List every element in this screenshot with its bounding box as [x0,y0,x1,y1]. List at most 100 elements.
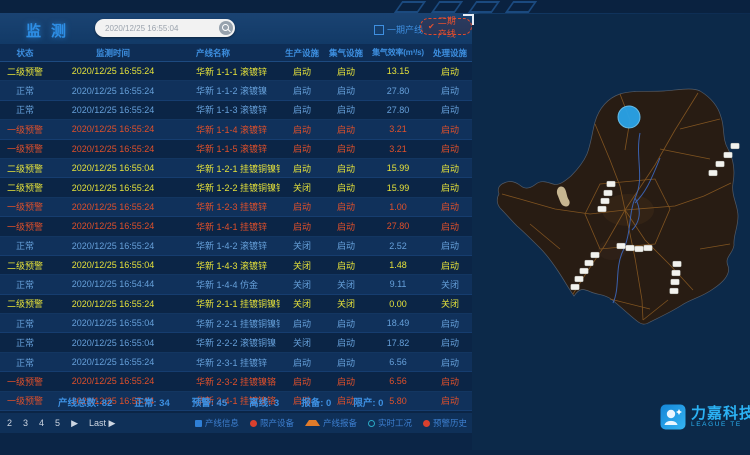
gas-facility-cell: 启动 [324,375,368,388]
production-facility-cell: 关闭 [280,297,324,310]
time-cell: 2020/12/25 16:54:44 [50,279,176,289]
status-cell: 二级预警 [0,297,50,310]
time-cell: 2020/12/25 16:55:04 [50,163,176,173]
table-row[interactable]: 二级预警2020/12/25 16:55:04华新 1-4-3 滚镀锌关闭启动1… [0,256,472,275]
time-cell: 2020/12/25 16:55:24 [50,124,176,134]
production-facility-cell: 启动 [280,162,324,175]
cluster-marker[interactable] [716,161,724,167]
table-row[interactable]: 一级预警2020/12/25 16:55:24华新 1-1-5 滚镀锌启动启动3… [0,140,472,159]
search-box[interactable] [95,19,235,37]
legend-item[interactable]: 预警历史 [423,417,467,429]
status-cell: 一级预警 [0,220,50,233]
table-row[interactable]: 二级预警2020/12/25 16:55:04华新 1-2-1 挂镀铜镍铬（龙门… [0,159,472,178]
page-button[interactable]: 3 [23,418,28,428]
cluster-marker[interactable] [709,170,717,176]
summary-bar: 产线总数: 82正常: 34预警: 45离线: 3报备: 0限产: 0 [0,392,472,412]
table-row[interactable]: 正常2020/12/25 16:55:24华新 2-3-1 挂镀锌启动启动6.5… [0,353,472,372]
last-page-button[interactable]: Last ▶ [89,418,115,429]
summary-item: 限产: 0 [353,395,383,409]
legend-label: 预警历史 [433,417,467,429]
legend-item[interactable]: 限产设备 [250,417,294,429]
page-button[interactable]: 2 [7,418,12,428]
line-name-cell: 华新 2-3-2 挂镀镍铬 [176,375,280,388]
legend-item[interactable]: 实时工况 [368,417,412,429]
search-input[interactable] [95,24,219,33]
table-row[interactable]: 正常2020/12/25 16:55:04华新 2-2-2 滚镀铜镍关闭启动17… [0,333,472,352]
table-row[interactable]: 一级预警2020/12/25 16:55:24华新 2-3-2 挂镀镍铬启动启动… [0,372,472,391]
cluster-marker[interactable] [580,268,588,274]
cluster-marker[interactable] [671,279,679,285]
table-row[interactable]: 一级预警2020/12/25 16:55:24华新 1-4-1 挂镀锌启动启动2… [0,217,472,236]
legend-label: 产线报备 [323,417,357,429]
cluster-marker[interactable] [585,260,593,266]
line-name-cell: 华新 1-1-5 滚镀锌 [176,142,280,155]
phase1-checkbox[interactable]: 一期产线 [374,23,423,36]
cluster-marker[interactable] [598,206,606,212]
cluster-marker[interactable] [724,152,732,158]
line-name-cell: 华新 1-2-1 挂镀铜镍铬（龙门线） [176,162,280,175]
gas-efficiency-cell: 27.80 [368,105,428,115]
table-row[interactable]: 正常2020/12/25 16:55:24华新 1-4-2 滚镀锌关闭启动2.5… [0,237,472,256]
legend-item[interactable]: 产线报备 [305,417,357,429]
next-page-button[interactable]: ▶ [71,418,78,429]
production-facility-cell: 关闭 [280,278,324,291]
treatment-facility-cell: 启动 [428,220,472,233]
table-row[interactable]: 二级预警2020/12/25 16:55:24华新 1-2-2 挂镀铜镍铬（环形… [0,178,472,197]
cluster-marker[interactable] [571,284,579,290]
table-row[interactable]: 一级预警2020/12/25 16:55:24华新 1-1-4 滚镀锌启动启动3… [0,120,472,139]
legend-item[interactable]: 产线信息 [195,417,239,429]
production-facility-cell: 启动 [280,375,324,388]
cluster-marker[interactable] [644,245,652,251]
legend-label: 产线信息 [205,417,239,429]
treatment-facility-cell: 启动 [428,317,472,330]
cluster-marker[interactable] [635,246,643,252]
gas-efficiency-cell: 18.49 [368,318,428,328]
top-decoration-strip [0,0,750,13]
cluster-marker[interactable] [607,181,615,187]
status-cell: 二级预警 [0,65,50,78]
map-svg [472,0,750,450]
table-row[interactable]: 二级预警2020/12/25 16:55:24华新 2-1-1 挂镀铜镍铬关闭关… [0,295,472,314]
gas-efficiency-cell: 1.00 [368,202,428,212]
table-row[interactable]: 一级预警2020/12/25 16:55:24华新 1-2-3 挂镀锌启动启动1… [0,198,472,217]
cluster-marker[interactable] [617,243,625,249]
cluster-marker[interactable] [672,270,680,276]
treatment-facility-cell: 启动 [428,356,472,369]
cluster-marker[interactable] [731,143,739,149]
production-facility-cell: 启动 [280,142,324,155]
time-cell: 2020/12/25 16:55:04 [50,260,176,270]
logo-subtitle: LEAGUE TE [691,421,750,429]
production-facility-cell: 关闭 [280,336,324,349]
table-row[interactable]: 二级预警2020/12/25 16:55:24华新 1-1-1 滚镀锌启动启动1… [0,62,472,81]
checkbox-icon[interactable] [374,25,384,35]
search-button[interactable] [219,21,233,35]
cluster-marker[interactable] [626,245,634,251]
cluster-marker[interactable] [673,261,681,267]
table-row[interactable]: 正常2020/12/25 16:54:44华新 1-4-4 仿金关闭关闭9.11… [0,275,472,294]
gas-facility-cell: 启动 [324,84,368,97]
table-row[interactable]: 正常2020/12/25 16:55:24华新 1-1-2 滚镀镍启动启动27.… [0,81,472,100]
gas-facility-cell: 启动 [324,65,368,78]
page-button[interactable]: 4 [39,418,44,428]
gas-efficiency-cell: 0.00 [368,299,428,309]
line-name-cell: 华新 2-2-1 挂镀铜镍铬 [176,317,280,330]
status-cell: 二级预警 [0,181,50,194]
map-highlight-circle[interactable] [618,106,640,128]
gas-facility-cell: 启动 [324,239,368,252]
page-button[interactable]: 5 [55,418,60,428]
check-icon: ✔ [428,22,435,31]
cluster-marker[interactable] [670,288,678,294]
table-row[interactable]: 正常2020/12/25 16:55:24华新 1-1-3 滚镀锌启动启动27.… [0,101,472,120]
table-row[interactable]: 正常2020/12/25 16:55:04华新 2-2-1 挂镀铜镍铬启动启动1… [0,314,472,333]
info-square-icon [195,420,202,427]
cluster-marker[interactable] [604,190,612,196]
logo-text: 力嘉科技 LEAGUE TE [691,406,750,429]
treatment-facility-cell: 启动 [428,200,472,213]
cluster-marker[interactable] [575,276,583,282]
production-facility-cell: 启动 [280,65,324,78]
cluster-marker[interactable] [591,252,599,258]
restrict-circle-icon [250,420,257,427]
cluster-marker[interactable] [601,198,609,204]
gas-efficiency-cell: 27.80 [368,221,428,231]
treatment-facility-cell: 启动 [428,84,472,97]
